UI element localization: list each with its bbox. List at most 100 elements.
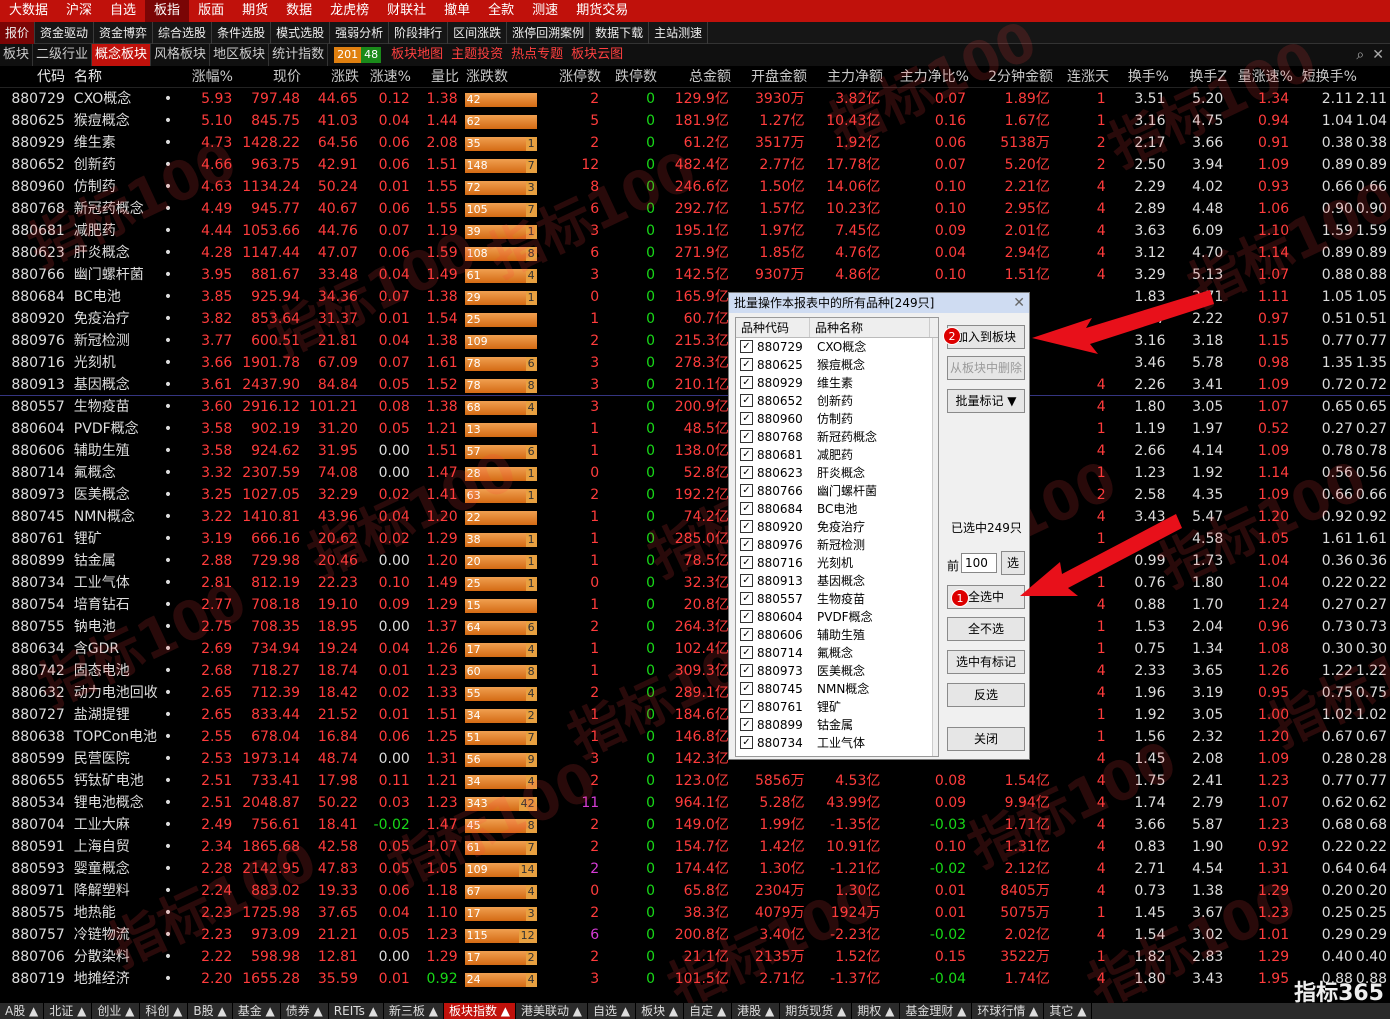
table-row[interactable]: 880684 BC电池 • 3.85 925.94 34.36 0.07 1.38 29 1 0 0 1… xyxy=(0,286,1390,308)
checkbox[interactable]: ✓ xyxy=(740,538,753,551)
checkbox[interactable]: ✓ xyxy=(740,736,753,749)
bottom-tab[interactable]: 科创 ▲ xyxy=(140,1003,189,1019)
checkbox[interactable]: ✓ xyxy=(740,610,753,623)
checkbox[interactable]: ✓ xyxy=(740,700,753,713)
table-row[interactable]: 880734 工业气体 • 2.81 812.19 22.23 0.10 1.49 25 1 0 0 3… xyxy=(0,572,1390,594)
table-row[interactable]: 880625 猴痘概念 • 5.10 845.75 41.03 0.04 1.44 62 5 0 18… xyxy=(0,110,1390,132)
table-row[interactable]: 880929 维生素 • 4.73 1428.22 64.56 0.06 2.08 35 1 2 0 6… xyxy=(0,132,1390,154)
bottom-tab[interactable]: 期货现货 ▲ xyxy=(780,1003,853,1019)
list-item[interactable]: ✓ 880913 基因概念 xyxy=(736,572,938,590)
column-header[interactable]: 换手% xyxy=(1112,66,1172,87)
column-header[interactable] xyxy=(164,66,176,87)
column-header[interactable]: 涨速% xyxy=(362,66,414,87)
board-link[interactable]: 板块云图 xyxy=(567,44,627,66)
column-header[interactable]: 连涨天 xyxy=(1056,66,1112,87)
checkbox[interactable]: ✓ xyxy=(740,628,753,641)
table-row[interactable]: 880604 PVDF概念 • 3.58 902.19 31.20 0.05 1.21 13 1 0… xyxy=(0,418,1390,440)
bottom-tab[interactable]: 北证 ▲ xyxy=(44,1003,93,1019)
checkbox[interactable]: ✓ xyxy=(740,412,753,425)
board-tab[interactable]: 板块 xyxy=(0,44,34,66)
bottom-tab[interactable]: 基金理财 ▲ xyxy=(900,1003,973,1019)
top-menu-item[interactable]: 自选 xyxy=(101,0,145,22)
list-item[interactable]: ✓ 880768 新冠药概念 xyxy=(736,428,938,446)
sub-nav-item[interactable]: 阶段排行 xyxy=(389,21,449,44)
list-item[interactable]: ✓ 880623 肝炎概念 xyxy=(736,464,938,482)
checkbox[interactable]: ✓ xyxy=(740,430,753,443)
bottom-tab[interactable]: B股 ▲ xyxy=(188,1003,233,1019)
table-row[interactable]: 880704 工业大麻 • 2.49 756.61 18.41 -0.02 1.47 45 8 2 0… xyxy=(0,814,1390,836)
table-row[interactable]: 880623 肝炎概念 • 4.28 1147.44 47.07 0.06 1.59 108 8 6… xyxy=(0,242,1390,264)
bottom-tab[interactable]: 港美联动 ▲ xyxy=(516,1003,589,1019)
table-row[interactable]: 880719 地摊经济 • 2.20 1655.28 35.59 0.01 0.92 24 4 3 0… xyxy=(0,968,1390,990)
table-row[interactable]: 880976 新冠检测 • 3.77 600.51 21.81 0.04 1.38 109 2 0 2… xyxy=(0,330,1390,352)
checkbox[interactable]: ✓ xyxy=(740,502,753,515)
board-link[interactable]: 热点专题 xyxy=(507,44,567,66)
sub-nav-item[interactable]: 综合选股 xyxy=(153,21,213,44)
table-row[interactable]: 880742 固态电池 • 2.68 718.27 18.74 0.01 1.23 60 8 1 0 3… xyxy=(0,660,1390,682)
list-item[interactable]: ✓ 880606 辅助生殖 xyxy=(736,626,938,644)
list-item[interactable]: ✓ 880716 光刻机 xyxy=(736,554,938,572)
column-header[interactable]: 涨跌数 xyxy=(462,66,540,87)
board-link[interactable]: 主题投资 xyxy=(447,44,507,66)
column-header[interactable]: 涨跌 xyxy=(304,66,362,87)
table-row[interactable]: 880638 TOPCon电池 • 2.55 678.04 16.84 0.06 1.25 51… xyxy=(0,726,1390,748)
checkbox[interactable]: ✓ xyxy=(740,682,753,695)
board-tab[interactable]: 地区板块 xyxy=(210,44,270,66)
top-menu-item[interactable]: 测速 xyxy=(523,0,567,22)
checkbox[interactable]: ✓ xyxy=(740,520,753,533)
bottom-tab[interactable]: 港股 ▲ xyxy=(732,1003,781,1019)
list-item[interactable]: ✓ 880976 新冠检测 xyxy=(736,536,938,554)
checkbox[interactable]: ✓ xyxy=(740,484,753,497)
checkbox[interactable]: ✓ xyxy=(740,574,753,587)
top-menu-item[interactable]: 期货交易 xyxy=(567,0,637,22)
bottom-tab[interactable]: 板块指数 ▲ xyxy=(443,1003,516,1019)
checkbox[interactable]: ✓ xyxy=(740,358,753,371)
table-row[interactable]: 880745 NMN概念 • 3.22 1410.81 43.96 0.04 1.20 22 1 0… xyxy=(0,506,1390,528)
table-row[interactable]: 880761 锂矿 • 3.19 666.16 20.62 0.02 1.29 38 1 1 0 285… xyxy=(0,528,1390,550)
board-tab[interactable]: 统计指数 xyxy=(269,44,329,66)
board-link[interactable]: 板块地图 xyxy=(387,44,447,66)
column-header[interactable]: 代码 xyxy=(0,66,68,87)
bottom-tab[interactable]: 期权 ▲ xyxy=(852,1003,901,1019)
checkbox[interactable]: ✓ xyxy=(740,466,753,479)
close-icon[interactable]: ✕ xyxy=(1372,47,1384,63)
bottom-tab[interactable]: REITs ▲ xyxy=(329,1003,384,1019)
top-menu-item[interactable]: 撤单 xyxy=(435,0,479,22)
list-item[interactable]: ✓ 880973 医美概念 xyxy=(736,662,938,680)
list-item[interactable]: ✓ 880734 工业气体 xyxy=(736,734,938,752)
column-header[interactable]: 主力净比% xyxy=(886,66,972,87)
checkbox[interactable]: ✓ xyxy=(740,448,753,461)
table-row[interactable]: 880534 锂电池概念 • 2.51 2048.87 50.22 0.03 1.23 343 4… xyxy=(0,792,1390,814)
pre-count-input[interactable]: 100 xyxy=(961,553,997,573)
table-row[interactable]: 880681 减肥药 • 4.44 1053.66 44.76 0.07 1.19 39 1 3 0 1… xyxy=(0,220,1390,242)
list-header-code[interactable]: 品种代码 xyxy=(736,318,810,337)
list-item[interactable]: ✓ 880681 减肥药 xyxy=(736,446,938,464)
list-item[interactable]: ✓ 880625 猴痘概念 xyxy=(736,356,938,374)
table-row[interactable]: 880757 冷链物流 • 2.23 973.09 21.21 0.05 1.23 115 12 6… xyxy=(0,924,1390,946)
checkbox[interactable]: ✓ xyxy=(740,376,753,389)
table-row[interactable]: 880920 免疫治疗 • 3.82 853.64 31.37 0.01 1.54 25 1 0 60… xyxy=(0,308,1390,330)
column-header[interactable]: 开盘金额 xyxy=(734,66,810,87)
sub-nav-item[interactable]: 数据下载 xyxy=(590,21,650,44)
list-item[interactable]: ✓ 880766 幽门螺杆菌 xyxy=(736,482,938,500)
select-top-button[interactable]: 选 xyxy=(1001,551,1025,575)
table-row[interactable]: 880899 钴金属 • 2.88 729.98 20.46 0.00 1.20 20 1 1 0 78… xyxy=(0,550,1390,572)
sub-nav-item[interactable]: 条件选股 xyxy=(212,21,272,44)
top-menu-item[interactable]: 沪深 xyxy=(57,0,101,22)
table-row[interactable]: 880766 幽门螺杆菌 • 3.95 881.67 33.48 0.04 1.49 61 4 3 0… xyxy=(0,264,1390,286)
sub-nav-item[interactable]: 资金驱动 xyxy=(35,21,95,44)
column-header[interactable]: 量涨速% xyxy=(1230,66,1296,87)
board-tab[interactable]: 风格板块 xyxy=(151,44,211,66)
column-header[interactable]: 量比 xyxy=(414,66,462,87)
checkbox[interactable]: ✓ xyxy=(740,556,753,569)
table-row[interactable]: 880655 钙钛矿电池 • 2.51 733.41 17.98 0.11 1.21 34 4 2 0… xyxy=(0,770,1390,792)
checkbox[interactable]: ✓ xyxy=(740,340,753,353)
bottom-tab[interactable]: 债券 ▲ xyxy=(281,1003,329,1019)
batch-mark-button[interactable]: 批量标记 ▼ xyxy=(947,389,1025,413)
sub-nav-item[interactable]: 报价 xyxy=(0,21,36,44)
table-row[interactable]: 880706 分散染料 • 2.22 598.98 12.81 0.00 1.29 17 2 2 0 2… xyxy=(0,946,1390,968)
board-tab[interactable]: 二级行业 xyxy=(33,44,93,66)
sub-nav-item[interactable]: 区间涨跌 xyxy=(448,21,508,44)
list-item[interactable]: ✓ 880557 生物疫苗 xyxy=(736,590,938,608)
list-item[interactable]: ✓ 880684 BC电池 xyxy=(736,500,938,518)
